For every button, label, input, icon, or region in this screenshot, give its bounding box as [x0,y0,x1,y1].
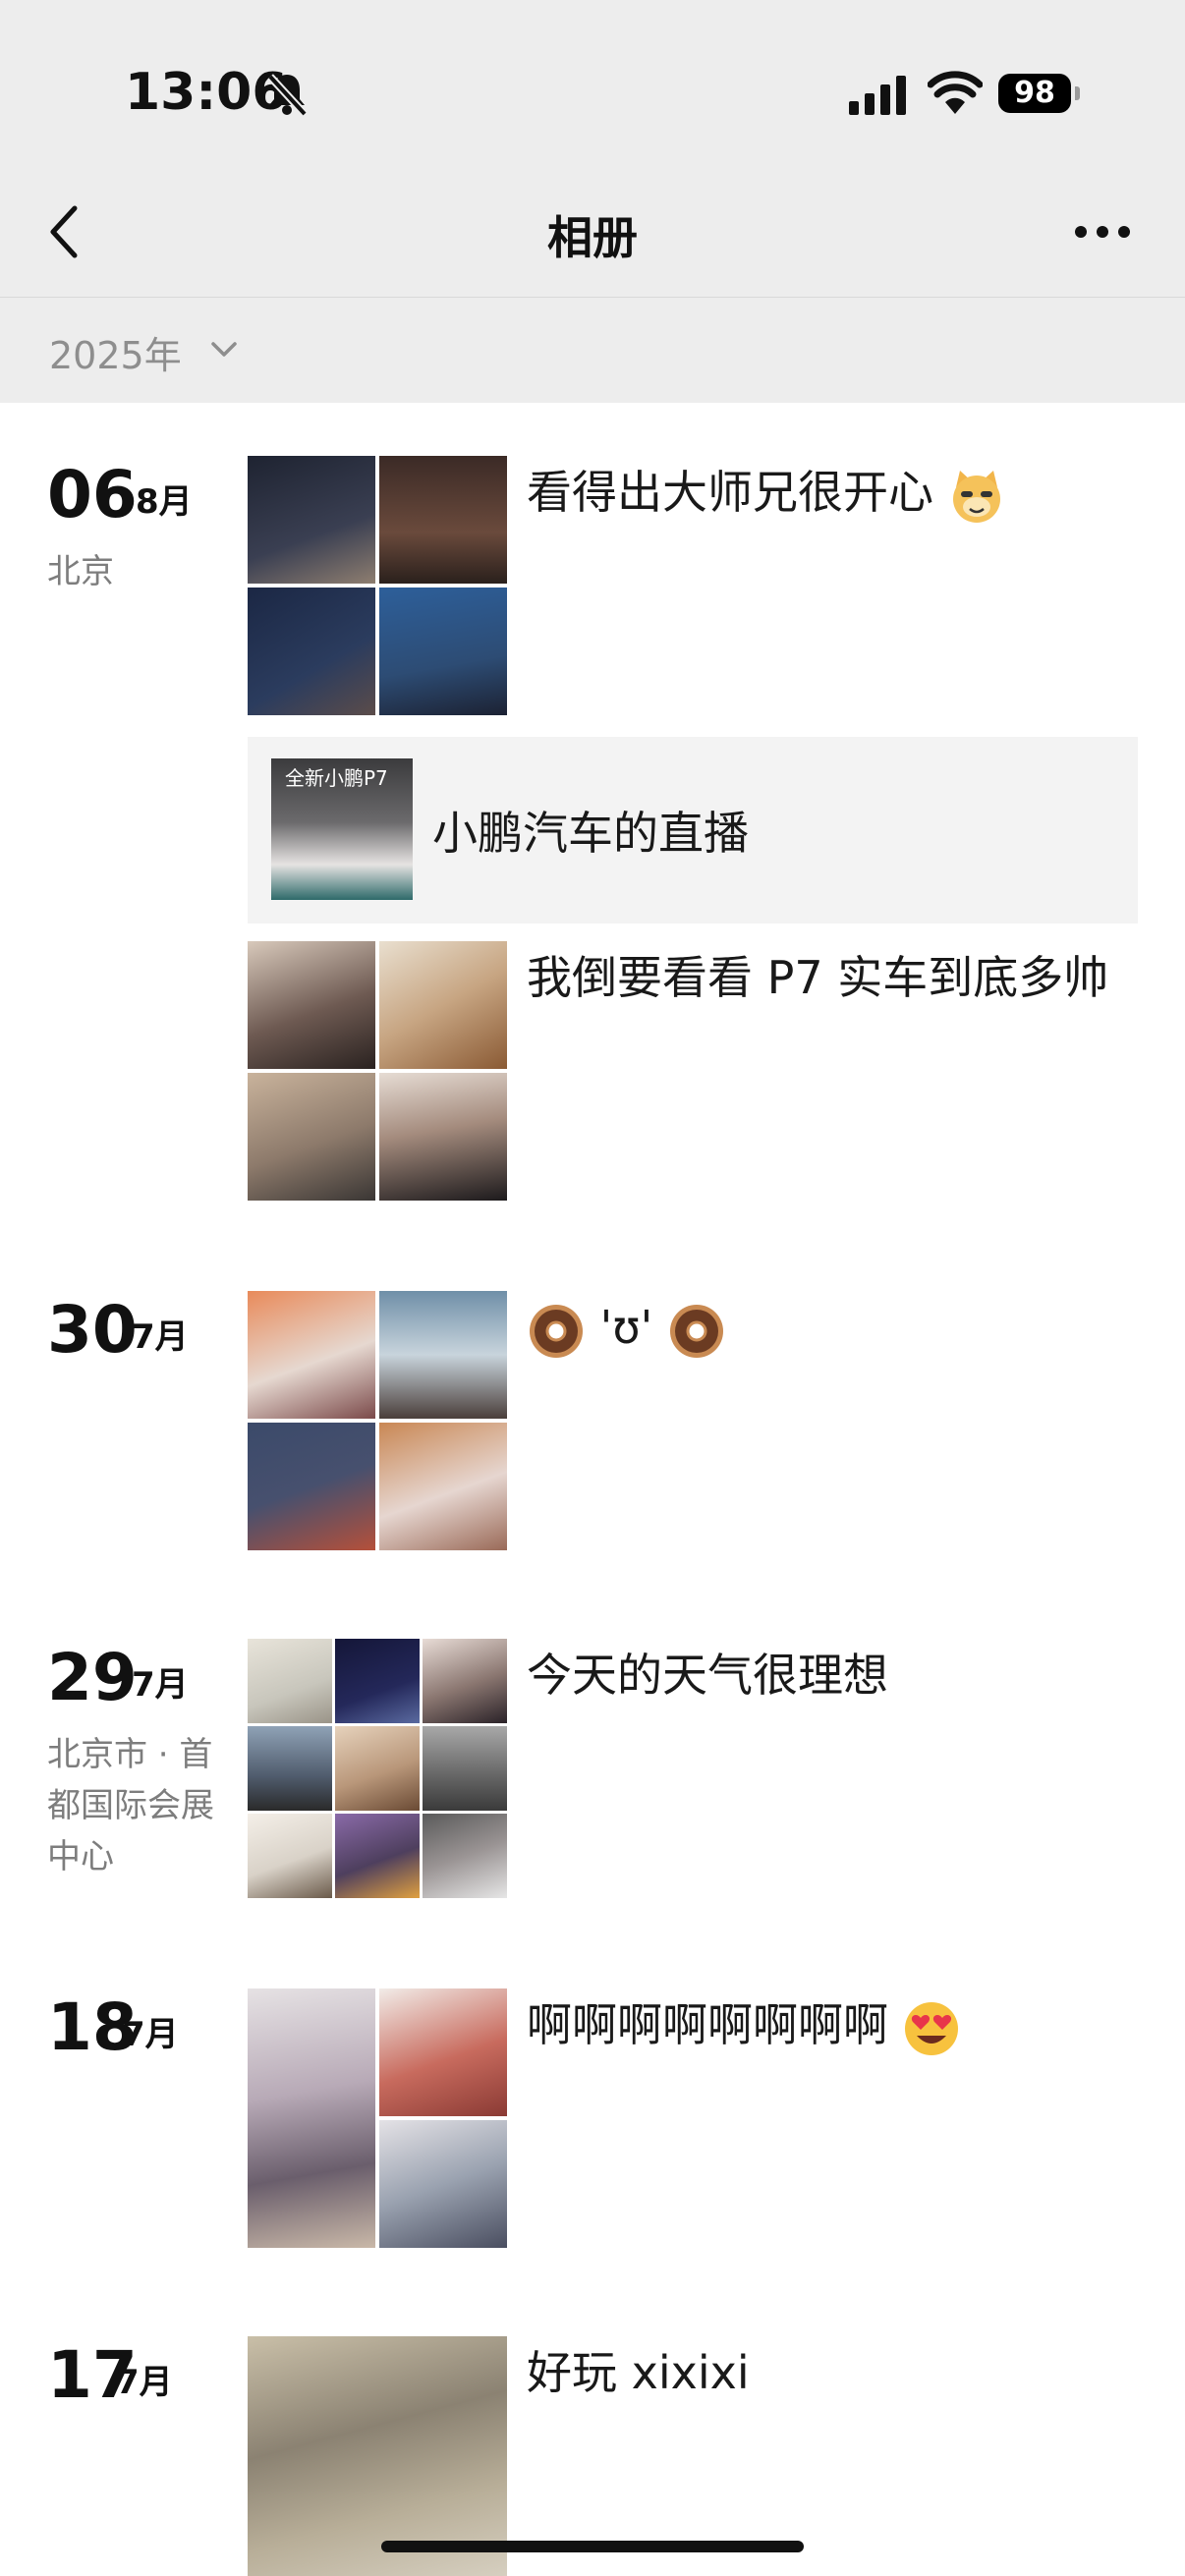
photo-thumbnail[interactable] [379,1423,507,1550]
cellular-signal-icon [849,76,906,115]
link-title: 小鹏汽车的直播 [432,807,749,860]
photo-thumbnail[interactable] [248,1726,332,1811]
navigation-bar: 相册 [0,177,1185,298]
photo-grid[interactable] [248,1639,507,1898]
photo-thumbnail[interactable] [379,1988,507,2116]
entry-caption: 好玩 xixixi [527,2346,750,2399]
donut-icon [669,1304,723,1358]
entry-caption: 我倒要看看 P7 实车到底多帅 [527,951,1109,1004]
entry-caption: 啊啊啊啊啊啊啊啊 [527,1988,1116,2061]
photo-thumbnail[interactable] [335,1639,420,1723]
photo-thumbnail[interactable] [379,588,507,715]
photo-thumbnail[interactable] [379,456,507,584]
photo-thumbnail[interactable] [423,1726,507,1811]
entry-caption-text: 'ʊ' [599,1301,653,1354]
entry-caption: 今天的天气很理想 [527,1649,888,1702]
photo-thumbnail[interactable] [379,1073,507,1201]
status-bar: 13:06 98 [0,0,1185,177]
photo-thumbnail[interactable] [335,1814,420,1898]
entry-month: 7月 [132,1317,189,1357]
year-label: 2025年 [49,334,182,377]
entry-month: 8月 [136,482,193,522]
photo-thumbnail[interactable] [248,1814,332,1898]
entry-month: 7月 [122,2015,179,2054]
more-options-icon[interactable] [1073,224,1132,240]
home-indicator[interactable] [381,2541,804,2552]
photo-thumbnail[interactable] [379,941,507,1069]
photo-thumbnail[interactable] [335,1726,420,1811]
cat-face-icon [952,470,1000,523]
photo-thumbnail[interactable] [379,1291,507,1419]
photo-grid[interactable] [248,1291,507,1550]
link-thumbnail: 全新小鹏P7 [271,758,413,900]
photo-thumbnail[interactable] [248,1639,332,1723]
photo-thumbnail[interactable] [248,1423,375,1550]
photo-thumbnail[interactable] [248,1073,375,1201]
photo-thumbnail[interactable] [423,1639,507,1723]
entry-location: 北京 [47,552,114,591]
page-title: 相册 [547,211,638,264]
entry-day: 30 [47,1292,138,1368]
donut-icon [530,1304,583,1358]
wifi-icon [928,71,983,114]
entry-caption: 看得出大师兄很开心 [527,456,1116,529]
entry-caption-text: 看得出大师兄很开心 [527,466,933,519]
shared-link-card[interactable]: 全新小鹏P7 小鹏汽车的直播 [248,737,1138,924]
battery-level: 98 [998,74,1071,113]
entry-day: 29 [47,1640,138,1715]
photo-grid[interactable] [248,941,507,1201]
photo-grid[interactable] [248,456,507,715]
photo-thumbnail[interactable] [248,456,375,584]
photo-thumbnail[interactable] [248,1988,375,2248]
entry-month: 7月 [132,1665,189,1705]
entry-caption: 'ʊ' [527,1291,1116,1364]
status-time: 13:06 [125,63,288,122]
photo-thumbnail[interactable] [248,941,375,1069]
photo-thumbnail[interactable] [379,2120,507,2248]
battery-tip [1075,86,1080,100]
photo-thumbnail[interactable] [248,1291,375,1419]
photo-thumbnail[interactable] [248,588,375,715]
entry-month: 7月 [116,2363,173,2402]
photo-grid[interactable] [248,1988,507,2248]
entry-day: 06 [47,457,138,532]
silent-bell-icon [267,74,308,117]
link-thumbnail-text: 全新小鹏P7 [285,766,388,790]
heart-eyes-face-icon [904,2001,958,2055]
entry-caption-text: 啊啊啊啊啊啊啊啊 [527,1998,888,2051]
year-filter[interactable]: 2025年 [0,298,1185,403]
photo-thumbnail[interactable] [423,1814,507,1898]
entry-location: 北京市 · 首都国际会展中心 [47,1735,214,1876]
chevron-down-icon [211,342,237,357]
